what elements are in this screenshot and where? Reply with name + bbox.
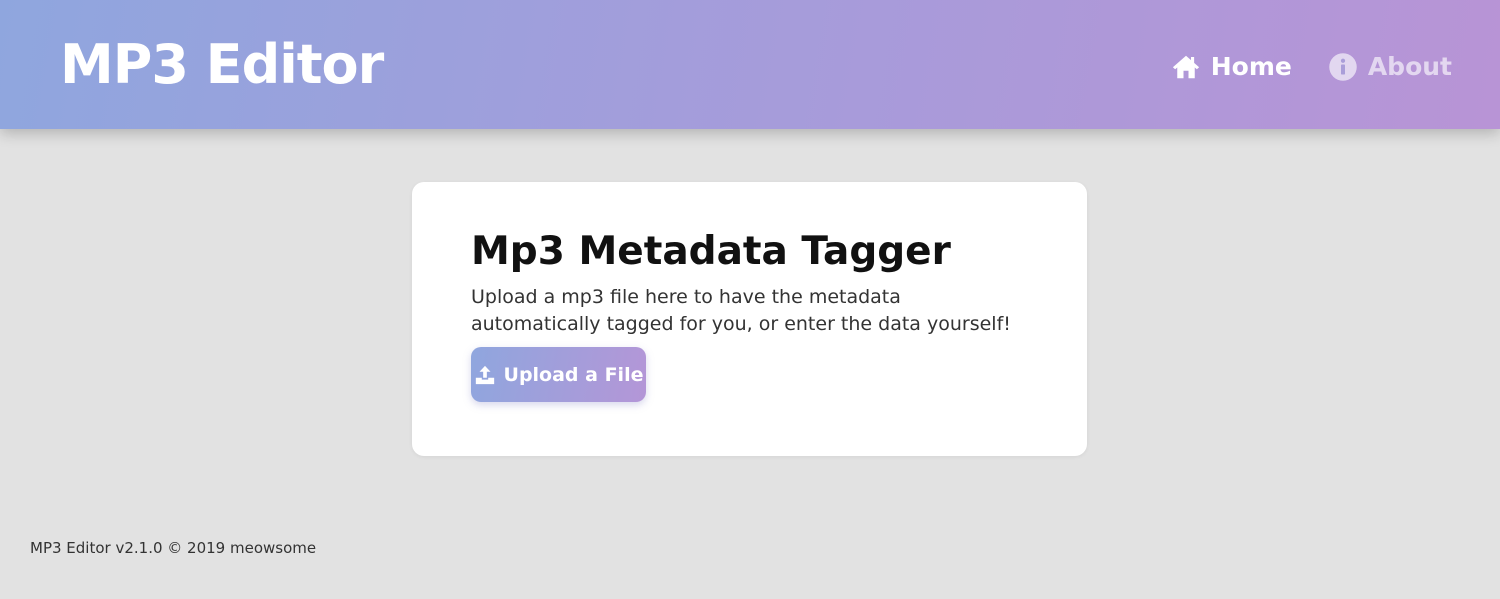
top-nav: Home About (1171, 49, 1452, 85)
tagger-card: Mp3 Metadata Tagger Upload a mp3 file he… (412, 182, 1087, 456)
app-title: MP3 Editor (60, 33, 384, 96)
card-title: Mp3 Metadata Tagger (471, 229, 951, 274)
upload-button-label: Upload a File (503, 363, 644, 386)
nav-home-label: Home (1210, 52, 1292, 81)
upload-icon (474, 364, 496, 386)
app-header: MP3 Editor Home About (0, 0, 1500, 129)
nav-about-label: About (1367, 52, 1452, 81)
nav-home-link[interactable]: Home (1171, 49, 1292, 85)
upload-file-button[interactable]: Upload a File (471, 347, 646, 402)
home-icon (1171, 52, 1201, 82)
footer-text: MP3 Editor v2.1.0 © 2019 meowsome (30, 539, 317, 557)
card-description: Upload a mp3 file here to have the metad… (471, 286, 1011, 335)
nav-about-link[interactable]: About (1328, 49, 1452, 85)
info-icon (1328, 52, 1358, 82)
